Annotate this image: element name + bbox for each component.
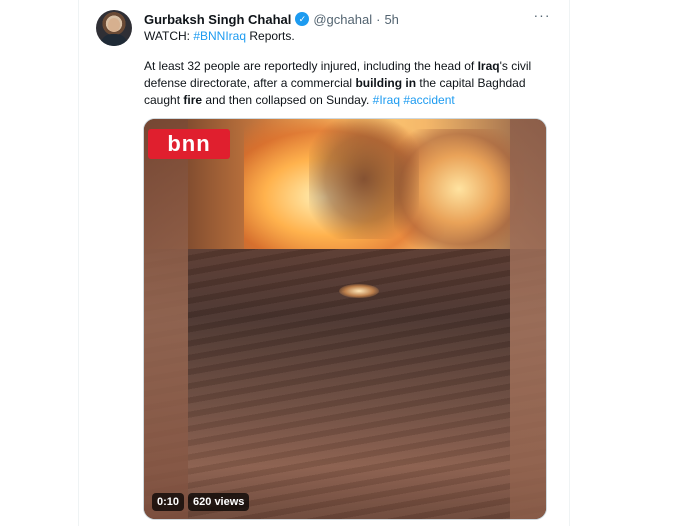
video-blur-edge-left (144, 119, 188, 519)
tweet-header: Gurbaksh Singh Chahal ✓ @gchahal · 5h (144, 10, 399, 28)
avatar-face (108, 18, 120, 32)
body-part-4: and then collapsed on Sunday. (202, 93, 373, 107)
video-blur-edge-right (510, 119, 546, 519)
bold-building-in: building in (355, 76, 417, 90)
author-name[interactable]: Gurbaksh Singh Chahal (144, 12, 291, 27)
hashtag-iraq[interactable]: #Iraq (373, 93, 400, 107)
video-views: 620 views (188, 493, 250, 511)
verified-badge-icon: ✓ (295, 12, 310, 26)
body-part-1: At least 32 people are reportedly injure… (144, 59, 478, 73)
tweet-time[interactable]: 5h (384, 12, 398, 27)
more-options-icon[interactable]: ··· (533, 8, 551, 26)
bnn-logo: bnn (148, 129, 230, 159)
hashtag-bnniraq[interactable]: #BNNIraq (193, 29, 246, 43)
video-ember-glow (339, 284, 379, 298)
watch-suffix: Reports. (246, 29, 295, 43)
bold-fire: fire (183, 93, 203, 107)
video-smoke (309, 119, 419, 239)
video-badges: 0:10 620 views (152, 493, 250, 511)
avatar[interactable] (96, 10, 132, 46)
avatar-shoulders (100, 34, 128, 46)
author-handle[interactable]: @gchahal (313, 12, 372, 27)
video-duration: 0:10 (152, 493, 185, 511)
bold-iraq: Iraq (477, 59, 500, 73)
tweet-body: At least 32 people are reportedly injure… (144, 58, 544, 109)
meta-separator: · (376, 11, 381, 27)
tweet-watch-line: WATCH: #BNNIraq Reports. (144, 28, 544, 45)
hashtag-accident[interactable]: #accident (400, 93, 454, 107)
watch-prefix: WATCH: (144, 29, 194, 43)
video-player[interactable]: bnn 0:10 620 views (143, 118, 547, 520)
